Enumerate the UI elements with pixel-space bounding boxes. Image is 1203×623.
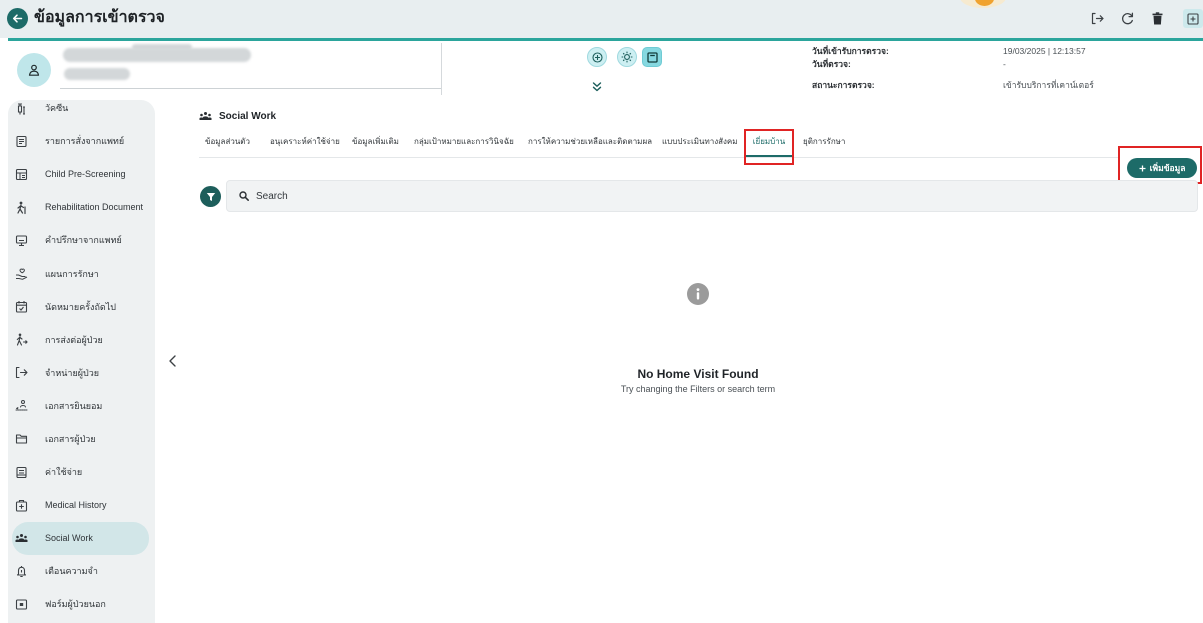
people-group-icon xyxy=(15,532,28,545)
empty-state-title: No Home Visit Found xyxy=(637,367,759,381)
empty-state-subtitle: Try changing the Filters or search term xyxy=(620,384,776,394)
sidebar-item-social-work[interactable]: Social Work xyxy=(12,521,149,555)
search-input[interactable] xyxy=(256,181,1176,211)
tab-end-treatment[interactable]: ยุติการรักษา xyxy=(803,136,845,148)
sidebar-item-label: เตือนความจำ xyxy=(45,566,98,577)
sidebar-item-doctor-orders[interactable]: รายการสั่งจากแพทย์ xyxy=(12,125,149,158)
visit-date-value: 19/03/2025 | 12:13:57 xyxy=(1003,46,1086,56)
sidebar-item-vaccine[interactable]: วัคซีน xyxy=(12,92,149,125)
add-box-icon xyxy=(1187,12,1199,25)
folder-icon xyxy=(15,432,28,445)
search-icon xyxy=(239,191,249,201)
add-box-button[interactable] xyxy=(1183,9,1203,28)
tab-assistance-followup[interactable]: การให้ความช่วยเหลือและติดตามผล xyxy=(528,136,652,148)
sun-button[interactable] xyxy=(617,47,637,67)
sidebar-item-label: เอกสารผู้ป่วย xyxy=(45,433,96,444)
receipt-icon xyxy=(15,466,28,479)
redacted-patient-id xyxy=(64,68,130,80)
sidebar-item-rehabilitation-document[interactable]: Rehabilitation Document xyxy=(12,191,149,224)
sidebar-item-treatment-plan[interactable]: แผนการรักษา xyxy=(12,257,149,290)
sidebar-item-reminders[interactable]: เตือนความจำ xyxy=(12,555,149,588)
double-chevron-down-icon[interactable] xyxy=(591,81,603,93)
filter-icon xyxy=(206,192,216,202)
back-button[interactable] xyxy=(7,8,28,29)
outpatient-form-icon xyxy=(15,598,28,611)
sidebar-item-label: แผนการรักษา xyxy=(45,268,99,279)
logout-icon[interactable] xyxy=(1091,12,1104,25)
avatar[interactable] xyxy=(17,53,51,87)
tab-personal-info[interactable]: ข้อมูลส่วนตัว xyxy=(205,136,250,148)
exam-date-value: - xyxy=(1003,59,1006,69)
sidebar-item-label: คำปรึกษาจากแพทย์ xyxy=(45,235,122,246)
tab-additional-info[interactable]: ข้อมูลเพิ่มเติม xyxy=(352,136,399,148)
back-arrow-icon xyxy=(12,13,23,24)
chevron-left-icon[interactable] xyxy=(168,355,177,367)
page-title: ข้อมูลการเข้าตรวจ xyxy=(34,9,165,26)
rehabilitation-icon xyxy=(15,201,28,214)
sidebar-item-medical-history[interactable]: Medical History xyxy=(12,489,149,522)
sidebar-item-label: จำหน่ายผู้ป่วย xyxy=(45,367,100,378)
exam-date-label: วันที่ตรวจ: xyxy=(812,59,851,69)
sidebar-item-label: Medical History xyxy=(45,500,107,511)
top-bar xyxy=(0,0,1203,38)
sidebar-item-next-appointment[interactable]: นัดหมายครั้งถัดไป xyxy=(12,290,149,323)
health-status-button[interactable] xyxy=(587,47,607,67)
section-title: Social Work xyxy=(219,111,277,122)
sun-icon xyxy=(621,51,633,63)
annotation-highlight-add-button xyxy=(1118,146,1202,184)
reminder-icon xyxy=(15,565,28,578)
info-icon xyxy=(687,283,709,305)
sidebar-item-label: Social Work xyxy=(45,533,93,544)
exam-status-label: สถานะการตรวจ: xyxy=(812,80,875,90)
vaccine-icon xyxy=(15,102,28,115)
sidebar-item-patient-discharge[interactable]: จำหน่ายผู้ป่วย xyxy=(12,356,149,389)
sidebar-item-outpatient-forms[interactable]: ฟอร์มผู้ป่วยนอก xyxy=(12,588,149,621)
annotation-highlight-home-visit-tab xyxy=(744,129,794,165)
visit-date-label: วันที่เข้ารับการตรวจ: xyxy=(812,46,889,56)
sidebar-item-patient-referral[interactable]: การส่งต่อผู้ป่วย xyxy=(12,323,149,356)
sidebar-item-expenses[interactable]: ค่าใช้จ่าย xyxy=(12,456,149,489)
sidebar-item-doctor-consultation[interactable]: คำปรึกษาจากแพทย์ xyxy=(12,224,149,257)
treatment-plan-icon xyxy=(15,267,28,280)
sidebar-item-label: Rehabilitation Document xyxy=(45,202,144,213)
sidebar-item-label: Child Pre-Screening xyxy=(45,169,126,180)
exam-status-value: เข้ารับบริการที่เคาน์เตอร์ xyxy=(1003,80,1094,90)
calendar-icon xyxy=(15,300,28,313)
tab-target-group-diagnosis[interactable]: กลุ่มเป้าหมายและการวินิจฉัย xyxy=(414,136,514,148)
header-accent-line xyxy=(8,38,1203,41)
screening-form-icon xyxy=(15,168,28,181)
sidebar-item-label: การส่งต่อผู้ป่วย xyxy=(45,334,103,345)
sidebar-menu: วัคซีน รายการสั่งจากแพทย์ Child Pre-Scre… xyxy=(0,92,160,622)
sidebar-item-label: เอกสารยินยอม xyxy=(45,400,103,411)
patient-transfer-icon xyxy=(15,333,28,346)
discharge-icon xyxy=(15,366,28,379)
people-group-icon xyxy=(199,111,212,122)
patient-name-underline xyxy=(60,88,441,89)
sidebar-item-label: ค่าใช้จ่าย xyxy=(45,467,83,478)
sidebar-item-label: วัคซีน xyxy=(45,103,69,114)
consent-signature-icon xyxy=(15,399,28,412)
sidebar-item-consent-documents[interactable]: เอกสารยินยอม xyxy=(12,389,149,422)
consultation-icon xyxy=(15,234,28,247)
medical-history-icon xyxy=(15,499,28,512)
sidebar-item-label: รายการสั่งจากแพทย์ xyxy=(45,136,125,147)
person-icon xyxy=(28,64,40,76)
note-icon xyxy=(646,51,658,63)
sidebar-item-label: นัดหมายครั้งถัดไป xyxy=(45,301,116,312)
sidebar-item-child-pre-screening[interactable]: Child Pre-Screening xyxy=(12,158,149,191)
tab-social-assessment[interactable]: แบบประเมินทางสังคม xyxy=(662,136,738,148)
health-status-icon xyxy=(591,51,603,63)
note-button[interactable] xyxy=(642,47,662,67)
trash-icon[interactable] xyxy=(1152,12,1163,25)
redacted-patient-name xyxy=(63,48,251,62)
tabs-baseline xyxy=(199,157,1120,158)
sidebar-item-label: ฟอร์มผู้ป่วยนอก xyxy=(45,599,106,610)
list-document-icon xyxy=(15,135,28,148)
refresh-icon[interactable] xyxy=(1121,12,1134,25)
tab-expense-assistance[interactable]: อนุเคราะห์ค่าใช้จ่าย xyxy=(270,136,340,148)
card-divider xyxy=(441,43,442,95)
filter-button[interactable] xyxy=(200,186,221,207)
sidebar-item-patient-documents[interactable]: เอกสารผู้ป่วย xyxy=(12,422,149,455)
